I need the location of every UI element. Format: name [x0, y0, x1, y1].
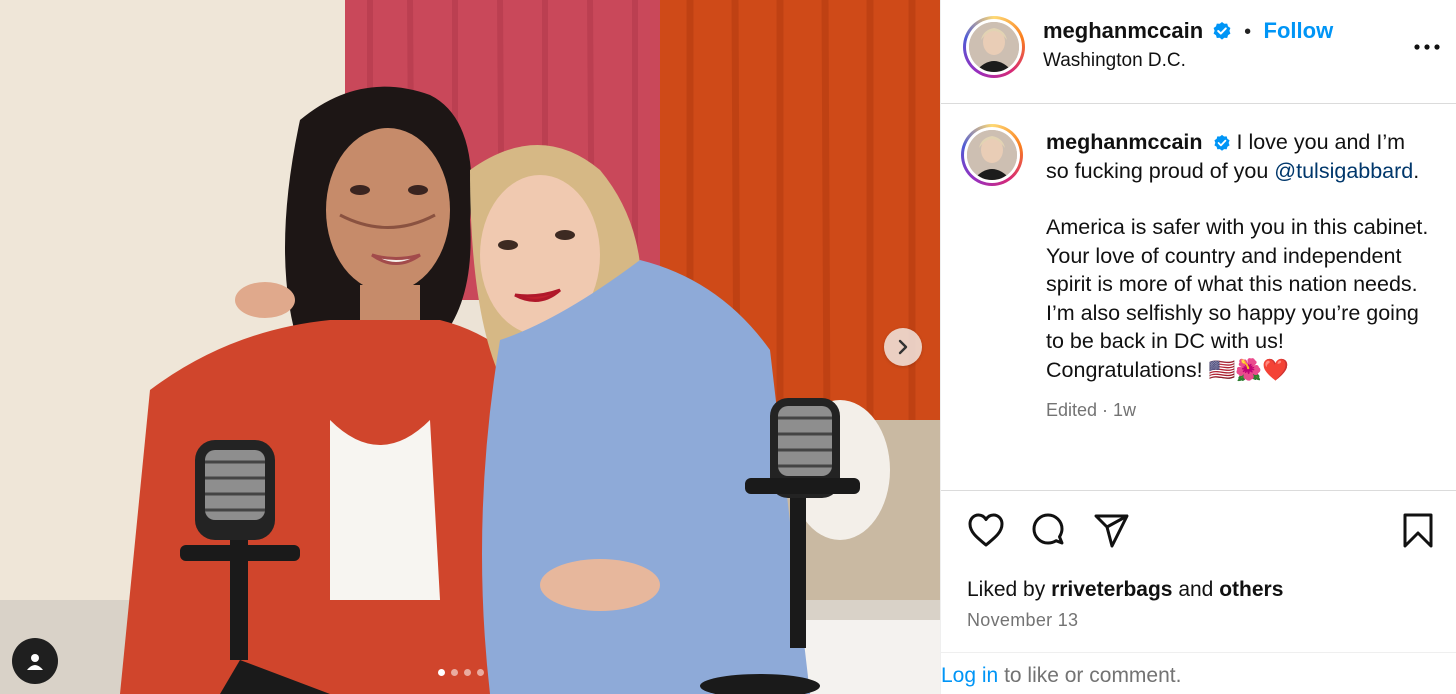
- caption-text: America is safer with you in this cabine…: [1046, 215, 1429, 382]
- tagged-users-button[interactable]: [12, 638, 58, 684]
- likes-prefix: Liked by: [967, 578, 1046, 601]
- login-prompt-text: to like or comment.: [1004, 664, 1182, 687]
- share-button[interactable]: [1093, 512, 1131, 555]
- avatar-photo: [969, 22, 1019, 72]
- likes-others-link[interactable]: others: [1219, 578, 1283, 601]
- share-icon: [1094, 514, 1129, 548]
- chevron-right-icon: [898, 339, 908, 355]
- author-username[interactable]: meghanmccain: [1043, 18, 1203, 43]
- login-prompt: Log in to like or comment.: [941, 664, 1181, 688]
- user-tag-icon: [27, 654, 43, 670]
- save-button[interactable]: [1401, 512, 1435, 555]
- post-media[interactable]: [0, 0, 940, 694]
- login-link[interactable]: Log in: [941, 664, 998, 687]
- likes-summary: Liked by rriveterbags and others: [967, 578, 1283, 602]
- action-bar: [965, 512, 1435, 554]
- comment-button[interactable]: [1029, 512, 1067, 555]
- footer-divider: [941, 652, 1456, 653]
- like-button[interactable]: [967, 512, 1005, 553]
- post-date[interactable]: November 13: [967, 610, 1078, 631]
- carousel-dot: [464, 669, 471, 676]
- carousel-dot: [477, 669, 484, 676]
- likes-conj: and: [1178, 578, 1214, 601]
- verified-badge-icon: [1213, 134, 1230, 151]
- carousel-dot: [451, 669, 458, 676]
- avatar-photo: [967, 130, 1017, 180]
- caption-mention-suffix: .: [1413, 158, 1420, 183]
- author-avatar[interactable]: [963, 16, 1025, 78]
- post-header: meghanmccain • Follow Washington D.C.: [941, 0, 1456, 104]
- post-caption: meghanmccain I love you and I’m so fucki…: [1046, 128, 1431, 425]
- heart-icon: [968, 513, 1004, 547]
- likes-user-link[interactable]: rriveterbags: [1051, 578, 1172, 601]
- verified-badge-icon: [1213, 22, 1231, 40]
- follow-button[interactable]: Follow: [1264, 18, 1334, 43]
- next-photo-button[interactable]: [884, 328, 922, 366]
- post-photo: [0, 0, 940, 694]
- bookmark-icon: [1403, 513, 1433, 548]
- post-location[interactable]: Washington D.C.: [1043, 50, 1333, 72]
- caption-meta: Edited · 1w: [1046, 400, 1137, 420]
- caption-avatar[interactable]: [961, 124, 1023, 186]
- more-options-icon: [1414, 44, 1440, 50]
- comment-icon: [1032, 513, 1064, 545]
- carousel-dot: [438, 669, 445, 676]
- post-sidebar: meghanmccain • Follow Washington D.C. me…: [940, 0, 1456, 694]
- caption-username[interactable]: meghanmccain: [1046, 130, 1203, 154]
- separator-bullet: •: [1244, 21, 1252, 43]
- caption-mention[interactable]: @tulsigabbard: [1274, 159, 1413, 183]
- section-divider: [941, 490, 1456, 491]
- more-options-button[interactable]: [1413, 40, 1441, 59]
- carousel-indicator: [438, 669, 484, 676]
